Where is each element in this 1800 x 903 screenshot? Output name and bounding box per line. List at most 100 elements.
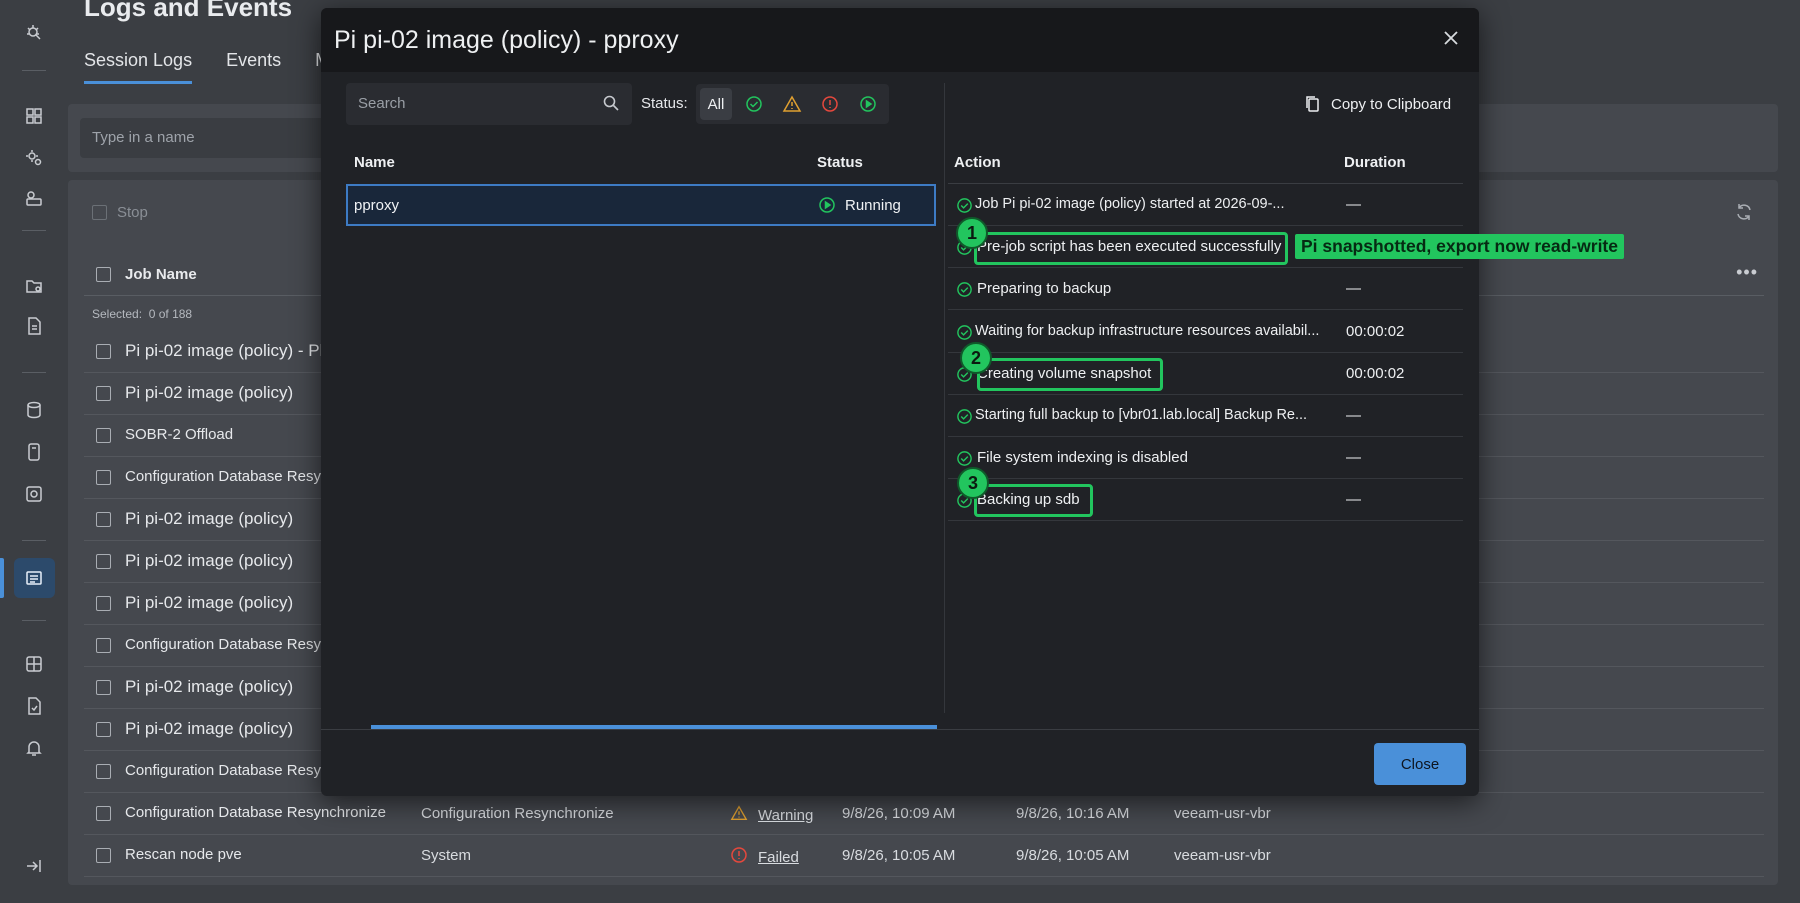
bell-icon[interactable]: [22, 736, 46, 760]
status-filter-running-icon[interactable]: [852, 88, 884, 120]
action-row[interactable]: File system indexing is disabled —: [948, 437, 1463, 480]
highlight-box-1: [974, 232, 1288, 265]
row-checkbox[interactable]: [96, 554, 111, 569]
row-checkbox[interactable]: [96, 512, 111, 527]
job-name-header-label: Job Name: [125, 266, 197, 283]
close-icon[interactable]: [1441, 28, 1461, 53]
row-checkbox[interactable]: [96, 344, 111, 359]
logs-icon[interactable]: [22, 566, 46, 590]
warning-icon: [730, 804, 748, 826]
status-filter-error-icon[interactable]: [814, 88, 846, 120]
close-button[interactable]: Close: [1374, 743, 1466, 785]
proxy-name: pproxy: [354, 197, 400, 214]
action-text: Job Pi pi-02 image (policy) started at 2…: [975, 196, 1285, 212]
job-end-time: 9/8/26, 10:05 AM: [1016, 847, 1130, 864]
job-start-time: 9/8/26, 10:09 AM: [842, 805, 956, 822]
name-filter-input[interactable]: Type in a name: [80, 118, 340, 158]
duration-column-header: Duration: [1344, 154, 1406, 171]
job-user: veeam-usr-vbr: [1174, 847, 1271, 864]
gears-icon[interactable]: [22, 146, 46, 170]
action-duration: 00:00:02: [1346, 364, 1405, 382]
grid-panel-icon[interactable]: [22, 652, 46, 676]
more-options-icon[interactable]: •••: [1736, 262, 1758, 283]
credentials-icon[interactable]: [22, 186, 46, 210]
action-row[interactable]: Starting full backup to [vbr01.lab.local…: [948, 395, 1463, 437]
action-duration: —: [1346, 280, 1361, 298]
job-name: Pi pi-02 image (policy): [125, 383, 294, 402]
job-name: Pi pi-02 image (policy) - Pl: [125, 341, 324, 360]
row-checkbox[interactable]: [96, 596, 111, 611]
highlight-box-2: [977, 358, 1163, 391]
refresh-icon[interactable]: [1734, 202, 1754, 227]
device-icon[interactable]: [22, 440, 46, 464]
dashboard-icon[interactable]: [22, 104, 46, 128]
row-checkbox[interactable]: [96, 428, 111, 443]
table-row[interactable]: Rescan node pve System Failed 9/8/26, 10:05…: [84, 835, 1764, 877]
job-name: Configuration Database Resynchronize: [125, 804, 386, 821]
action-column-header: Action: [954, 154, 1001, 171]
tab-events[interactable]: Events: [226, 50, 281, 84]
row-checkbox[interactable]: [96, 764, 111, 779]
action-duration: 00:00:02: [1346, 322, 1405, 340]
stop-checkbox-icon: [92, 205, 107, 220]
row-checkbox[interactable]: [96, 638, 111, 653]
tape-icon[interactable]: [22, 482, 46, 506]
action-row[interactable]: Job Pi pi-02 image (policy) started at 2…: [948, 184, 1463, 226]
row-checkbox[interactable]: [96, 806, 111, 821]
action-duration: —: [1346, 407, 1361, 424]
job-status-link[interactable]: Warning: [758, 807, 813, 824]
bug-search-icon[interactable]: [22, 20, 46, 44]
proxy-row[interactable]: pproxy Running: [346, 184, 936, 226]
search-input[interactable]: Search: [346, 83, 632, 125]
status-filter-all[interactable]: All: [700, 88, 732, 120]
job-status-link[interactable]: Failed: [758, 849, 799, 866]
action-text: Starting full backup to [vbr01.lab.local…: [975, 407, 1308, 423]
highlight-box-3: [974, 484, 1093, 517]
job-name: Pi pi-02 image (policy): [125, 677, 294, 696]
annotation-badge-2: 2: [960, 342, 992, 374]
search-icon: [602, 94, 620, 117]
session-log-dialog: Pi pi-02 image (policy) - pproxy Search …: [321, 8, 1479, 796]
row-checkbox[interactable]: [96, 680, 111, 695]
action-duration: —: [1346, 449, 1361, 467]
stop-button[interactable]: Stop: [92, 204, 148, 221]
job-name: Rescan node pve: [125, 846, 242, 863]
job-user: veeam-usr-vbr: [1174, 805, 1271, 822]
job-name: Configuration Database Resyn: [125, 468, 330, 485]
job-type: Configuration Resynchronize: [421, 805, 614, 822]
action-text: Preparing to backup: [977, 280, 1112, 298]
success-icon: [956, 281, 973, 303]
page-tabs: Session Logs Events Ma: [84, 50, 340, 84]
job-type: System: [421, 847, 472, 864]
row-checkbox[interactable]: [96, 848, 111, 863]
page-title: Logs and Events: [84, 0, 293, 22]
select-all-checkbox[interactable]: [96, 267, 111, 282]
row-checkbox[interactable]: [96, 722, 111, 737]
row-checkbox[interactable]: [96, 386, 111, 401]
search-placeholder: Search: [358, 95, 406, 112]
copy-icon: [1306, 96, 1319, 112]
job-name: Pi pi-02 image (policy): [125, 509, 294, 528]
tab-session-logs[interactable]: Session Logs: [84, 50, 193, 84]
job-name-header: Job Name: [96, 266, 197, 283]
expand-rail-icon[interactable]: [22, 854, 46, 878]
action-text: File system indexing is disabled: [977, 449, 1188, 467]
copy-to-clipboard-button[interactable]: Copy to Clipboard: [1305, 95, 1451, 113]
annotation-badge-3: 3: [957, 467, 989, 499]
action-row[interactable]: Waiting for backup infrastructure resour…: [948, 311, 1463, 353]
row-checkbox[interactable]: [96, 470, 111, 485]
action-row[interactable]: Preparing to backup —: [948, 268, 1463, 311]
status-filter-success-icon[interactable]: [738, 88, 770, 120]
document-check-icon[interactable]: [22, 694, 46, 718]
job-start-time: 9/8/26, 10:05 AM: [842, 847, 956, 864]
status-column-header: Status: [817, 154, 863, 171]
status-filter-group: All: [696, 84, 889, 124]
file-report-icon[interactable]: [22, 314, 46, 338]
status-filter-warning-icon[interactable]: [776, 88, 808, 120]
database-icon[interactable]: [22, 398, 46, 422]
success-icon: [956, 408, 973, 430]
table-row[interactable]: Configuration Database Resynchronize Conf…: [84, 793, 1764, 835]
dialog-header: Pi pi-02 image (policy) - pproxy: [321, 8, 1479, 72]
folder-settings-icon[interactable]: [22, 274, 46, 298]
job-status: Failed: [730, 846, 799, 868]
